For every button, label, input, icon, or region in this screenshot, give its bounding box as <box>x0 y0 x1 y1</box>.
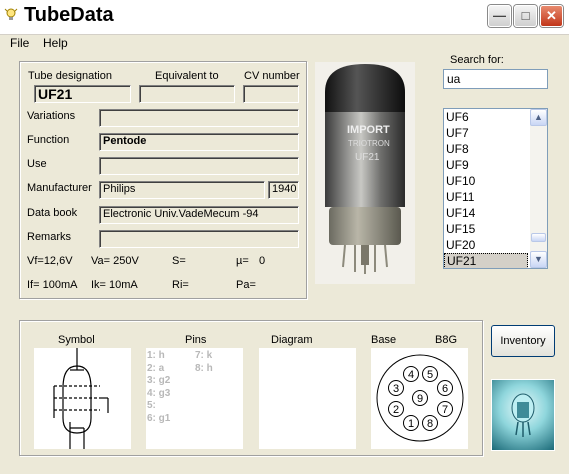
base-pin-label: 9 <box>417 393 423 405</box>
base-pin-label: 6 <box>442 383 448 395</box>
symbol-label: Symbol <box>58 334 95 346</box>
cv-number-field[interactable] <box>243 85 299 103</box>
scroll-up-button[interactable]: ▲ <box>530 109 547 126</box>
mu-value: 0 <box>259 255 266 267</box>
pins-list-1: 1: h 2: a 3: g2 4: g3 5: 6: g1 <box>147 350 171 424</box>
designation-field[interactable]: UF21 <box>34 85 131 103</box>
inventory-button[interactable]: Inventory <box>491 325 555 357</box>
data-book-label: Data book <box>27 207 78 219</box>
window-title: TubeData <box>24 4 114 26</box>
remarks-field[interactable] <box>99 230 299 248</box>
base-pin-label: 2 <box>393 404 399 416</box>
list-item[interactable]: UF20 <box>444 237 530 253</box>
variations-field[interactable] <box>99 109 299 127</box>
remarks-label: Remarks <box>27 231 72 243</box>
pa-value: Pa= <box>236 279 256 291</box>
list-item[interactable]: UF11 <box>444 189 530 205</box>
list-scrollbar[interactable]: ▲ ▼ <box>530 109 547 268</box>
list-item[interactable]: UF10 <box>444 173 530 189</box>
photo-text-2: TRIOTRON <box>348 139 390 148</box>
tube-photo: IMPORT TRIOTRON UF21 <box>315 62 415 284</box>
minimize-icon: — <box>493 8 506 23</box>
equivalent-label: Equivalent to <box>155 70 219 82</box>
ik-value: Ik= 10mA <box>91 279 138 291</box>
menu-bar: File Help <box>0 34 569 52</box>
list-item[interactable]: UF14 <box>444 205 530 221</box>
manufacturer-label: Manufacturer <box>27 182 92 194</box>
close-icon: ✕ <box>546 8 557 23</box>
base-pinout-icon: 34 56 2 9 7 1 8 <box>376 354 464 442</box>
maximize-button[interactable]: □ <box>514 5 537 27</box>
base-pin-label: 7 <box>442 404 448 416</box>
minimize-button[interactable]: — <box>488 5 511 27</box>
base-pin-label: 8 <box>427 418 433 430</box>
base-box: 34 56 2 9 7 1 8 <box>371 348 468 449</box>
chevron-down-icon: ▼ <box>534 254 543 264</box>
list-item[interactable]: UF15 <box>444 221 530 237</box>
tube-logo-icon <box>491 379 555 451</box>
pentode-symbol-icon <box>53 348 109 449</box>
photo-text-3: UF21 <box>355 152 380 163</box>
function-label: Function <box>27 134 70 146</box>
base-pin-label: 4 <box>408 369 414 381</box>
use-field[interactable] <box>99 157 299 175</box>
list-item[interactable]: UF7 <box>444 125 530 141</box>
diagram-label: Diagram <box>271 334 313 346</box>
lightbulb-icon <box>4 7 18 26</box>
year-field[interactable]: 1940 <box>268 181 299 199</box>
function-field[interactable]: Pentode <box>99 133 299 151</box>
search-label: Search for: <box>450 54 504 66</box>
variations-label: Variations <box>27 110 76 122</box>
base-pin-label: 3 <box>393 383 399 395</box>
scroll-thumb[interactable] <box>531 233 546 242</box>
use-label: Use <box>27 158 47 170</box>
cv-number-label: CV number <box>244 70 300 82</box>
scroll-down-button[interactable]: ▼ <box>530 251 547 268</box>
menu-help[interactable]: Help <box>43 36 68 50</box>
base-type-label: B8G <box>435 334 458 346</box>
menu-file[interactable]: File <box>10 36 29 50</box>
tube-designation-label: Tube designation <box>28 70 112 82</box>
photo-text-1: IMPORT <box>347 124 390 136</box>
diagram-box <box>259 348 356 449</box>
mu-label: µ= <box>236 255 249 267</box>
pins-list-2: 7: k 8: h <box>195 350 213 374</box>
va-value: Va= 250V <box>91 255 139 267</box>
ri-value: Ri= <box>172 279 189 291</box>
base-pin-label: 1 <box>408 418 414 430</box>
s-value: S= <box>172 255 186 267</box>
pins-box: 1: h 2: a 3: g2 4: g3 5: 6: g1 7: k 8: h <box>146 348 243 449</box>
search-input[interactable] <box>443 69 548 89</box>
vf-value: Vf=12,6V <box>27 255 73 267</box>
symbol-box <box>34 348 131 449</box>
list-item[interactable]: UF8 <box>444 141 530 157</box>
chevron-up-icon: ▲ <box>534 112 543 122</box>
list-item[interactable]: UF6 <box>444 109 530 125</box>
maximize-icon: □ <box>521 8 530 23</box>
list-item[interactable]: UF21 <box>444 253 528 268</box>
pins-label: Pins <box>185 334 207 346</box>
list-item[interactable]: UF9 <box>444 157 530 173</box>
base-label: Base <box>371 334 397 346</box>
close-button[interactable]: ✕ <box>540 5 563 27</box>
title-bar: TubeData — □ ✕ <box>0 0 569 35</box>
tube-listbox[interactable]: UF6 UF7 UF8 UF9 UF10 UF11 UF14 UF15 UF20 UF21 ▲ ▼ <box>443 108 548 269</box>
data-book-field[interactable]: Electronic Univ.VadeMecum -94 <box>99 206 299 224</box>
manufacturer-field[interactable]: Philips <box>99 181 265 199</box>
if-value: If= 100mA <box>27 279 78 291</box>
base-pin-label: 5 <box>427 369 433 381</box>
equivalent-field[interactable] <box>139 85 235 103</box>
